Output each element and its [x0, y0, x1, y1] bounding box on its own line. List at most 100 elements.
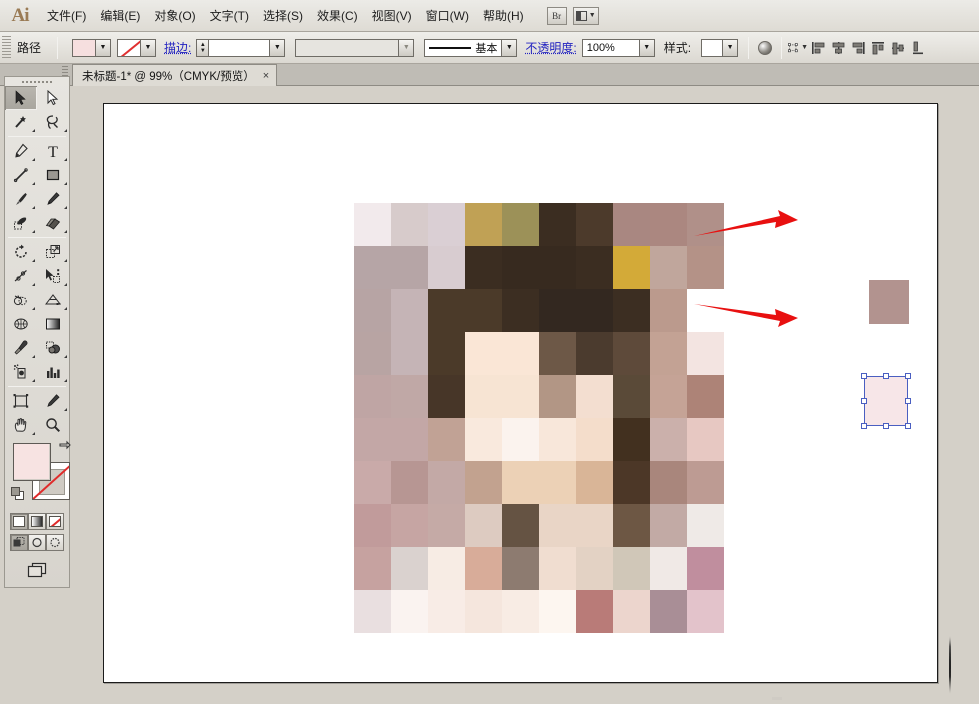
- mosaic-cell: [502, 375, 539, 418]
- mosaic-cell: [428, 246, 465, 289]
- draw-mode-normal[interactable]: [10, 534, 28, 551]
- tool-scale[interactable]: [37, 240, 69, 264]
- tool-pencil[interactable]: [37, 187, 69, 211]
- brush-definition-input[interactable]: 基本: [424, 38, 503, 57]
- close-icon[interactable]: ×: [263, 70, 269, 82]
- menu-type[interactable]: 文字(T): [203, 4, 256, 27]
- fill-swatch[interactable]: [72, 38, 97, 57]
- menu-window[interactable]: 窗口(W): [419, 4, 476, 27]
- tool-blob-brush[interactable]: [5, 211, 37, 235]
- draw-mode-behind[interactable]: [28, 534, 46, 551]
- tool-shape-builder[interactable]: [5, 288, 37, 312]
- stroke-weight-label[interactable]: 描边:: [164, 39, 191, 56]
- mosaic-cell: [576, 504, 613, 547]
- tool-eraser[interactable]: [37, 211, 69, 235]
- align-right-icon[interactable]: [848, 38, 868, 58]
- tool-lasso[interactable]: [37, 110, 69, 134]
- tool-free-transform[interactable]: [37, 264, 69, 288]
- stroke-weight-stepper[interactable]: ▲ ▼: [196, 38, 209, 57]
- style-group[interactable]: ▼: [701, 38, 739, 57]
- tool-gradient[interactable]: [37, 312, 69, 336]
- mosaic-cell: [502, 203, 539, 246]
- fill-color-indicator[interactable]: [13, 443, 51, 481]
- tool-artboard[interactable]: [5, 389, 37, 413]
- draw-mode-inside[interactable]: [46, 534, 64, 551]
- stroke-swatch-group[interactable]: ▼: [117, 38, 157, 57]
- stroke-dropdown-icon[interactable]: ▼: [141, 38, 157, 57]
- artboard[interactable]: [103, 103, 951, 700]
- tool-zoom[interactable]: [37, 413, 69, 437]
- tool-eyedropper[interactable]: [5, 336, 37, 360]
- selection-handle: [883, 423, 889, 429]
- color-mode-none[interactable]: [46, 513, 64, 530]
- br-icon[interactable]: Br: [546, 6, 567, 25]
- document-tab[interactable]: 未标题-1* @ 99%（CMYK/预览） ×: [72, 64, 278, 86]
- tool-perspective-grid[interactable]: [37, 288, 69, 312]
- tool-slice[interactable]: [37, 389, 69, 413]
- menu-edit[interactable]: 编辑(E): [93, 4, 147, 27]
- tool-pen[interactable]: [5, 139, 37, 163]
- mosaic-cell: [465, 203, 502, 246]
- menu-view[interactable]: 视图(V): [365, 4, 419, 27]
- tool-rotate[interactable]: [5, 240, 37, 264]
- opacity-dropdown-icon[interactable]: ▼: [639, 38, 655, 57]
- screen-mode-button[interactable]: [26, 561, 48, 584]
- brush-definition-group[interactable]: 基本 ▼: [424, 38, 518, 57]
- toolbox-grip[interactable]: [5, 77, 69, 86]
- opacity-group[interactable]: 100% ▼: [581, 38, 655, 57]
- canvas-area[interactable]: [72, 86, 979, 704]
- brush-definition-dropdown-icon[interactable]: ▼: [502, 38, 518, 57]
- align-left-icon[interactable]: [808, 38, 828, 58]
- menu-object[interactable]: 对象(O): [147, 4, 202, 27]
- color-mode-gradient[interactable]: [28, 513, 46, 530]
- mosaic-cell: [613, 375, 650, 418]
- fill-dropdown-icon[interactable]: ▼: [96, 38, 112, 57]
- mosaic-cell: [502, 289, 539, 332]
- arrange-documents-icon[interactable]: ▼: [572, 6, 599, 25]
- fill-swatch-group[interactable]: ▼: [72, 38, 112, 57]
- stroke-swatch[interactable]: [117, 38, 142, 57]
- opacity-input[interactable]: 100%: [581, 38, 640, 57]
- pixelated-image-object[interactable]: [354, 203, 724, 633]
- mosaic-cell: [465, 547, 502, 590]
- style-swatch[interactable]: [701, 38, 724, 57]
- control-bar-grip[interactable]: [2, 35, 11, 60]
- align-center-vertical-icon[interactable]: [888, 38, 908, 58]
- tool-width[interactable]: [5, 264, 37, 288]
- tool-type[interactable]: T: [37, 139, 69, 163]
- tool-selection[interactable]: [5, 86, 37, 110]
- tool-rectangle[interactable]: [37, 163, 69, 187]
- align-center-horizontal-icon[interactable]: [828, 38, 848, 58]
- style-dropdown-icon[interactable]: ▼: [723, 38, 739, 57]
- menu-file[interactable]: 文件(F): [40, 4, 93, 27]
- stroke-profile-dropdown-icon[interactable]: ▼: [399, 38, 415, 57]
- swap-fill-stroke-icon[interactable]: [57, 440, 71, 454]
- mosaic-cell: [354, 547, 391, 590]
- stroke-weight-dropdown-icon[interactable]: ▼: [270, 38, 286, 57]
- tool-paintbrush[interactable]: [5, 187, 37, 211]
- mosaic-cell: [650, 332, 687, 375]
- stroke-profile-group[interactable]: ▼: [295, 38, 415, 57]
- tool-blend[interactable]: [37, 336, 69, 360]
- tool-mesh[interactable]: [5, 312, 37, 336]
- divider: [748, 36, 750, 59]
- tool-column-graph[interactable]: [37, 360, 69, 384]
- stroke-weight-group[interactable]: ▲ ▼ ▼: [196, 38, 286, 57]
- tool-magic-wand[interactable]: [5, 110, 37, 134]
- opacity-mask-icon[interactable]: [755, 38, 775, 58]
- menu-effect[interactable]: 效果(C): [310, 4, 365, 27]
- color-mode-solid[interactable]: [10, 513, 28, 530]
- tool-direct-selection[interactable]: [37, 86, 69, 110]
- align-top-icon[interactable]: [868, 38, 888, 58]
- pasted-color-swatch[interactable]: [869, 280, 909, 324]
- align-bottom-icon[interactable]: [908, 38, 928, 58]
- transform-panel-icon[interactable]: ▼: [788, 38, 808, 58]
- tool-symbol-sprayer[interactable]: [5, 360, 37, 384]
- tool-line-segment[interactable]: [5, 163, 37, 187]
- default-fill-stroke-icon[interactable]: [11, 487, 25, 501]
- opacity-label[interactable]: 不透明度:: [525, 39, 576, 56]
- stroke-weight-input[interactable]: [208, 38, 271, 57]
- menu-select[interactable]: 选择(S): [256, 4, 310, 27]
- tool-hand[interactable]: [5, 413, 37, 437]
- menu-help[interactable]: 帮助(H): [476, 4, 531, 27]
